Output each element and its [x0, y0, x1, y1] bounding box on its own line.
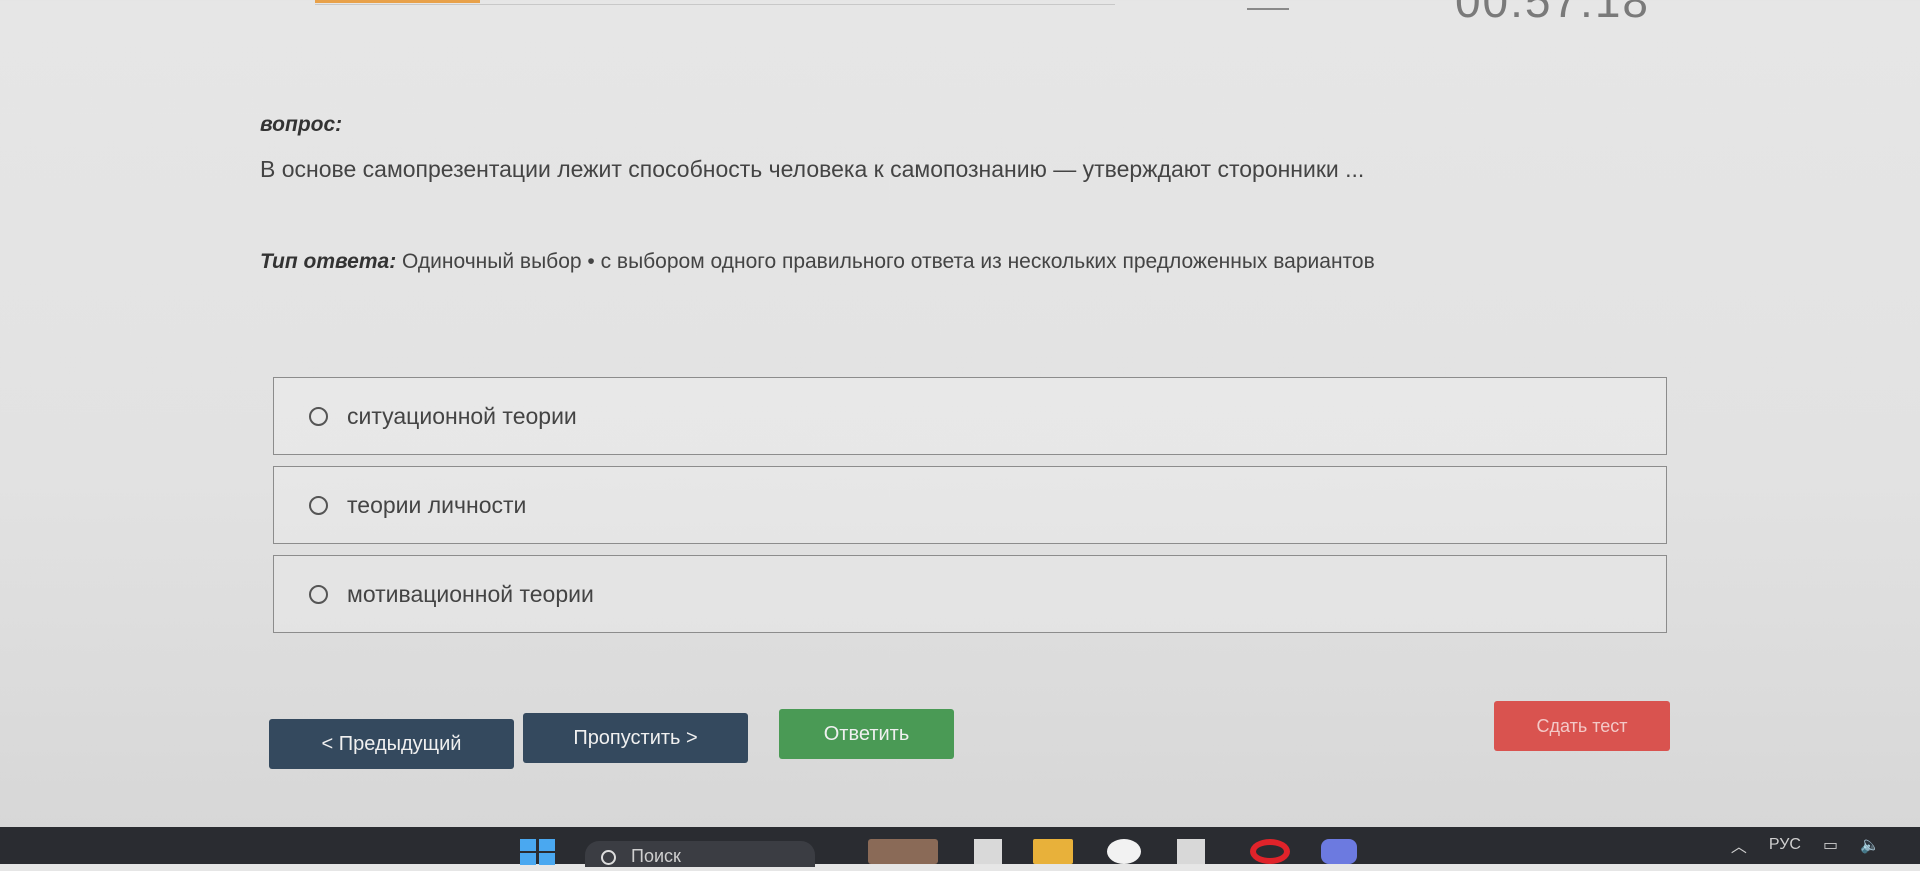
language-indicator[interactable]: РУС [1769, 836, 1801, 854]
answer-type-label: Тип ответа: [260, 250, 397, 273]
question-text: В основе самопрезентации лежит способнос… [260, 156, 1365, 182]
volume-icon[interactable]: 🔈 [1860, 835, 1880, 855]
previous-button[interactable]: < Предыдущий [269, 719, 514, 769]
answer-option-label: ситуационной теории [347, 402, 577, 429]
answer-option[interactable]: мотивационной теории [273, 555, 1667, 633]
answer-type-value: Одиночный выбор • с выбором одного прави… [402, 250, 1375, 273]
city-icon[interactable] [868, 839, 938, 864]
yandex-browser-icon[interactable] [1107, 839, 1141, 864]
answer-option-label: теории личности [347, 491, 527, 518]
microsoft-store-icon[interactable] [1177, 839, 1205, 864]
system-tray: ︿ РУС ▭ 🔈 [1731, 833, 1880, 857]
taskbar-search[interactable]: Поиск [585, 841, 815, 867]
answer-option-label: мотивационной теории [347, 580, 594, 607]
skip-button[interactable]: Пропустить > [523, 713, 748, 763]
radio-button-icon[interactable] [309, 406, 328, 426]
file-explorer-folder-icon[interactable] [974, 839, 1002, 864]
folder-icon[interactable] [1033, 839, 1073, 864]
answer-options: ситуационной теории теории личности моти… [273, 377, 1667, 644]
taskbar: Поиск ︿ РУС ▭ 🔈 [0, 827, 1920, 867]
discord-icon[interactable] [1321, 839, 1357, 864]
radio-button-icon[interactable] [309, 495, 328, 515]
answer-type: Тип ответа: Одиночный выбор • с выбором … [260, 250, 1375, 274]
chevron-up-icon[interactable]: ︿ [1731, 833, 1747, 857]
test-progress-fill [315, 0, 480, 3]
windows-start-icon[interactable] [520, 839, 556, 865]
question-label: вопрос: [260, 113, 343, 136]
submit-test-button[interactable]: Сдать тест [1494, 701, 1670, 751]
answer-button[interactable]: Ответить [779, 709, 954, 759]
answer-option[interactable]: теории личности [273, 466, 1667, 544]
opera-icon[interactable] [1250, 839, 1290, 864]
answer-option[interactable]: ситуационной теории [273, 377, 1667, 455]
test-timer: 00:57:18 [1454, 0, 1650, 27]
test-progress-bar [315, 0, 1115, 5]
search-label: Поиск [631, 846, 681, 866]
toolbar-icon [1247, 0, 1289, 10]
display-icon[interactable]: ▭ [1823, 835, 1838, 855]
search-icon [601, 850, 616, 865]
radio-button-icon[interactable] [309, 584, 328, 604]
